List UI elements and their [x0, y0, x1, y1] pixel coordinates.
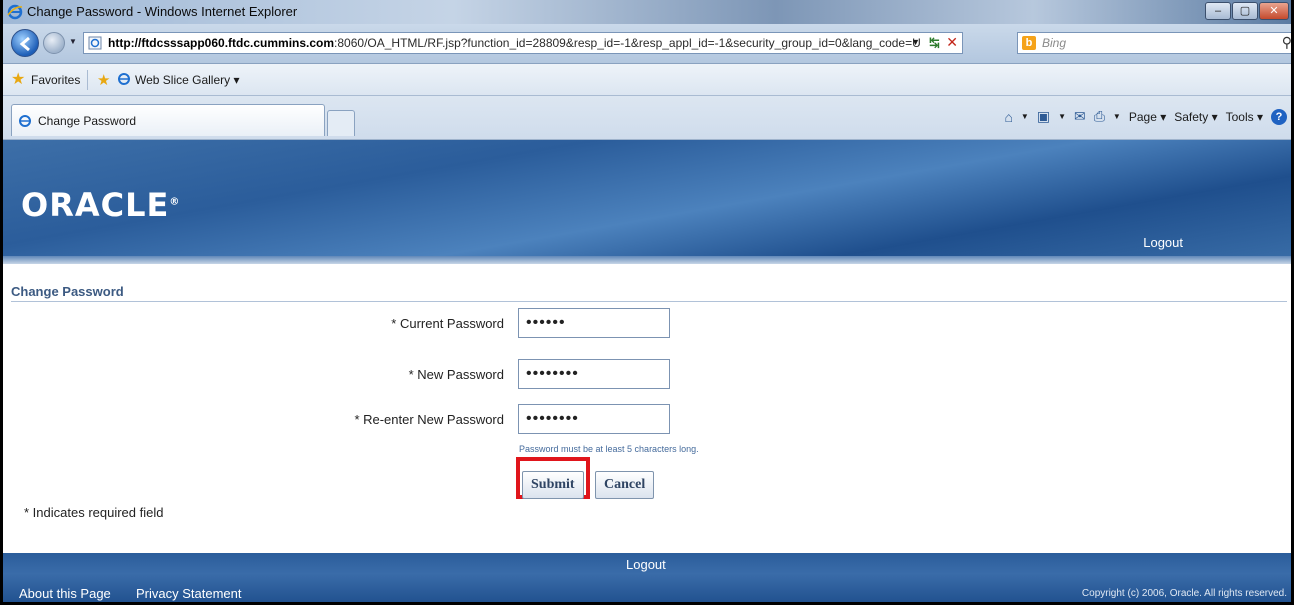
new-password-label: * New Password	[408, 367, 504, 382]
window-title: Change Password - Windows Internet Explo…	[27, 4, 298, 19]
web-slice-gallery-link[interactable]: Web Slice Gallery ▾	[135, 73, 240, 87]
logout-link[interactable]: Logout	[1143, 235, 1183, 250]
url-text[interactable]: http://ftdcsssapp060.ftdc.cummins.com:80…	[108, 36, 921, 50]
reenter-password-row: * Re-enter New Password ••••••••	[3, 404, 1291, 434]
bing-icon: b	[1022, 36, 1036, 50]
address-bar[interactable]: http://ftdcsssapp060.ftdc.cummins.com:80…	[83, 32, 963, 54]
tools-menu[interactable]: Tools ▾	[1226, 110, 1263, 124]
safety-menu[interactable]: Safety ▾	[1174, 110, 1217, 124]
favorites-button[interactable]: Favorites	[31, 73, 80, 87]
reenter-password-field[interactable]: ••••••••	[518, 404, 670, 434]
search-input[interactable]: Bing	[1042, 36, 1066, 50]
divider	[87, 70, 88, 90]
current-password-field[interactable]: ••••••	[518, 308, 670, 338]
history-dropdown-icon[interactable]: ▼	[69, 37, 77, 46]
refresh-icon[interactable]: ↹	[929, 35, 940, 51]
oracle-logo: ORACLE®	[21, 186, 181, 224]
favorites-star-icon[interactable]: ★	[11, 72, 25, 88]
submit-button[interactable]: Submit	[522, 471, 584, 499]
tab-label: Change Password	[38, 114, 137, 128]
tab-row: Change Password ⌂ ▼ ▣ ▼ ✉ ⎙ ▼ Page ▾ Safety…	[3, 96, 1291, 140]
feeds-icon[interactable]: ▣	[1037, 108, 1050, 125]
browser-window: Change Password - Windows Internet Explo…	[0, 0, 1294, 605]
page-menu[interactable]: Page ▾	[1129, 110, 1166, 124]
page-title: Change Password	[11, 284, 124, 299]
privacy-statement-link[interactable]: Privacy Statement	[136, 586, 242, 601]
help-icon[interactable]: ?	[1271, 108, 1287, 125]
reenter-password-label: * Re-enter New Password	[354, 412, 504, 427]
maximize-button[interactable]: ▢	[1232, 2, 1258, 20]
stop-icon[interactable]: ✕	[946, 34, 958, 51]
home-dropdown-icon[interactable]: ▼	[1021, 112, 1029, 121]
title-bar: Change Password - Windows Internet Explo…	[3, 0, 1291, 24]
home-icon[interactable]: ⌂	[1004, 109, 1012, 125]
ie-icon	[19, 115, 31, 127]
minimize-button[interactable]: –	[1205, 2, 1231, 20]
ie-icon	[7, 4, 23, 20]
print-dropdown-icon[interactable]: ▼	[1113, 112, 1121, 121]
cancel-button[interactable]: Cancel	[595, 471, 655, 499]
current-password-row: * Current Password ••••••	[3, 308, 1291, 338]
required-field-note: * Indicates required field	[24, 505, 164, 520]
footer-logout-link[interactable]: Logout	[626, 557, 666, 572]
forward-button[interactable]	[43, 32, 65, 54]
close-button[interactable]: ✕	[1259, 2, 1289, 20]
copyright-text: Copyright (c) 2006, Oracle. All rights r…	[1081, 588, 1287, 599]
new-password-row: * New Password ••••••••	[3, 359, 1291, 389]
search-icon[interactable]: ⚲	[1282, 34, 1291, 51]
mail-icon[interactable]: ✉	[1074, 108, 1086, 125]
command-bar: ⌂ ▼ ▣ ▼ ✉ ⎙ ▼ Page ▾ Safety ▾ Tools ▾ ?	[1004, 108, 1287, 125]
new-password-field[interactable]: ••••••••	[518, 359, 670, 389]
back-arrow-icon	[19, 36, 30, 52]
main-content: Change Password * Current Password •••••…	[3, 264, 1291, 554]
back-button[interactable]	[11, 29, 39, 57]
footer: Logout About this Page Privacy Statement…	[3, 553, 1291, 602]
oracle-header: ORACLE® Logout	[3, 140, 1291, 264]
search-box[interactable]: b Bing ⚲	[1017, 32, 1291, 54]
current-password-label: * Current Password	[391, 316, 504, 331]
password-hint: Password must be at least 5 characters l…	[519, 444, 699, 454]
new-tab-button[interactable]	[327, 110, 355, 136]
feeds-dropdown-icon[interactable]: ▼	[1058, 112, 1066, 121]
window-controls: – ▢ ✕	[1205, 2, 1289, 20]
page-icon	[88, 36, 102, 50]
about-this-page-link[interactable]: About this Page	[19, 586, 111, 601]
divider	[11, 301, 1287, 302]
add-favorite-icon[interactable]: ★	[97, 71, 110, 89]
url-dropdown-icon[interactable]: ▼	[911, 37, 920, 47]
print-icon[interactable]: ⎙	[1094, 108, 1105, 125]
tab-change-password[interactable]: Change Password	[11, 104, 325, 136]
favorites-bar: ★ Favorites ★ Web Slice Gallery ▾	[3, 64, 1291, 96]
address-row: ▼ http://ftdcsssapp060.ftdc.cummins.com:…	[3, 24, 1291, 64]
ie-icon	[118, 73, 130, 85]
